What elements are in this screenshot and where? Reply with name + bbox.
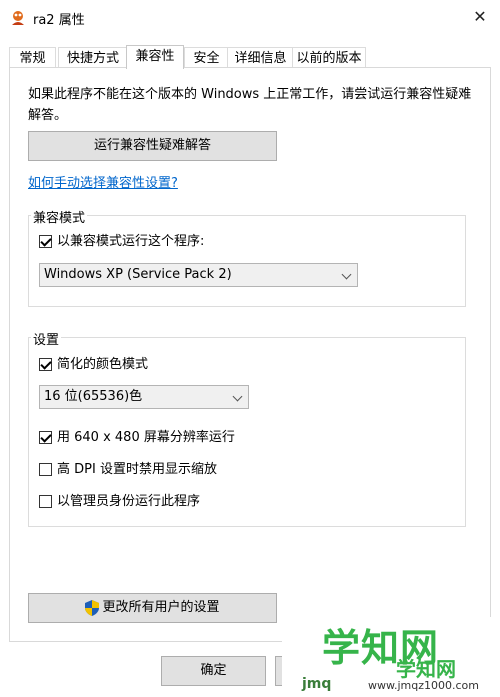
reduced-color-checkbox[interactable]: 简化的颜色模式 (39, 356, 239, 374)
checkbox-unchecked-icon[interactable] (39, 463, 52, 476)
tab-strip: 常规 快捷方式 兼容性 安全 详细信息 以前的版本 (9, 45, 491, 69)
manual-settings-link[interactable]: 如何手动选择兼容性设置? (28, 172, 178, 191)
res-640-checkbox[interactable]: 用 640 x 480 屏幕分辨率运行 (39, 429, 299, 447)
watermark-sub: 学知网 (396, 657, 456, 681)
checkbox-checked-icon[interactable] (39, 431, 52, 444)
color-depth-select[interactable]: 16 位(65536)色 (39, 385, 249, 409)
troubleshoot-button[interactable]: 运行兼容性疑难解答 (28, 131, 277, 161)
watermark-small: jmq (302, 676, 332, 692)
tab-details[interactable]: 详细信息 (227, 47, 294, 68)
watermark-url: www.jmqz1000.com (368, 679, 479, 692)
settings-label: 设置 (31, 329, 62, 348)
title-bar: ra2 属性 ✕ (0, 0, 500, 36)
window-title: ra2 属性 (33, 13, 85, 28)
compat-mode-label: 兼容模式 (31, 207, 88, 226)
color-depth-value: 16 位(65536)色 (44, 389, 143, 404)
tab-general[interactable]: 常规 (9, 47, 56, 68)
os-select-value: Windows XP (Service Pack 2) (44, 267, 232, 282)
run-as-admin-checkbox[interactable]: 以管理员身份运行此程序 (39, 493, 299, 511)
chevron-down-icon (232, 391, 243, 402)
checkbox-unchecked-icon[interactable] (39, 495, 52, 508)
tab-shortcut[interactable]: 快捷方式 (58, 47, 128, 68)
checkbox-checked-icon[interactable] (39, 358, 52, 371)
chevron-down-icon (341, 269, 352, 280)
tab-compatibility[interactable]: 兼容性 (126, 45, 184, 69)
close-icon[interactable]: ✕ (468, 6, 492, 28)
all-users-settings-button[interactable]: 更改所有用户的设置 (28, 593, 277, 623)
checkbox-checked-icon[interactable] (39, 235, 52, 248)
app-icon (12, 11, 24, 25)
ok-button[interactable]: 确定 (161, 656, 266, 686)
compat-mode-checkbox[interactable]: 以兼容模式运行这个程序: (39, 233, 299, 251)
compat-mode-group (28, 215, 466, 307)
intro-text: 如果此程序不能在这个版本的 Windows 上正常工作，请尝试运行兼容性疑难解答… (28, 87, 472, 123)
all-users-settings-label: 更改所有用户的设置 (102, 600, 220, 615)
high-dpi-checkbox[interactable]: 高 DPI 设置时禁用显示缩放 (39, 461, 299, 479)
tab-previous-versions[interactable]: 以前的版本 (292, 47, 366, 68)
tab-security[interactable]: 安全 (184, 47, 229, 68)
uac-shield-icon (85, 599, 100, 616)
os-select[interactable]: Windows XP (Service Pack 2) (39, 263, 358, 287)
